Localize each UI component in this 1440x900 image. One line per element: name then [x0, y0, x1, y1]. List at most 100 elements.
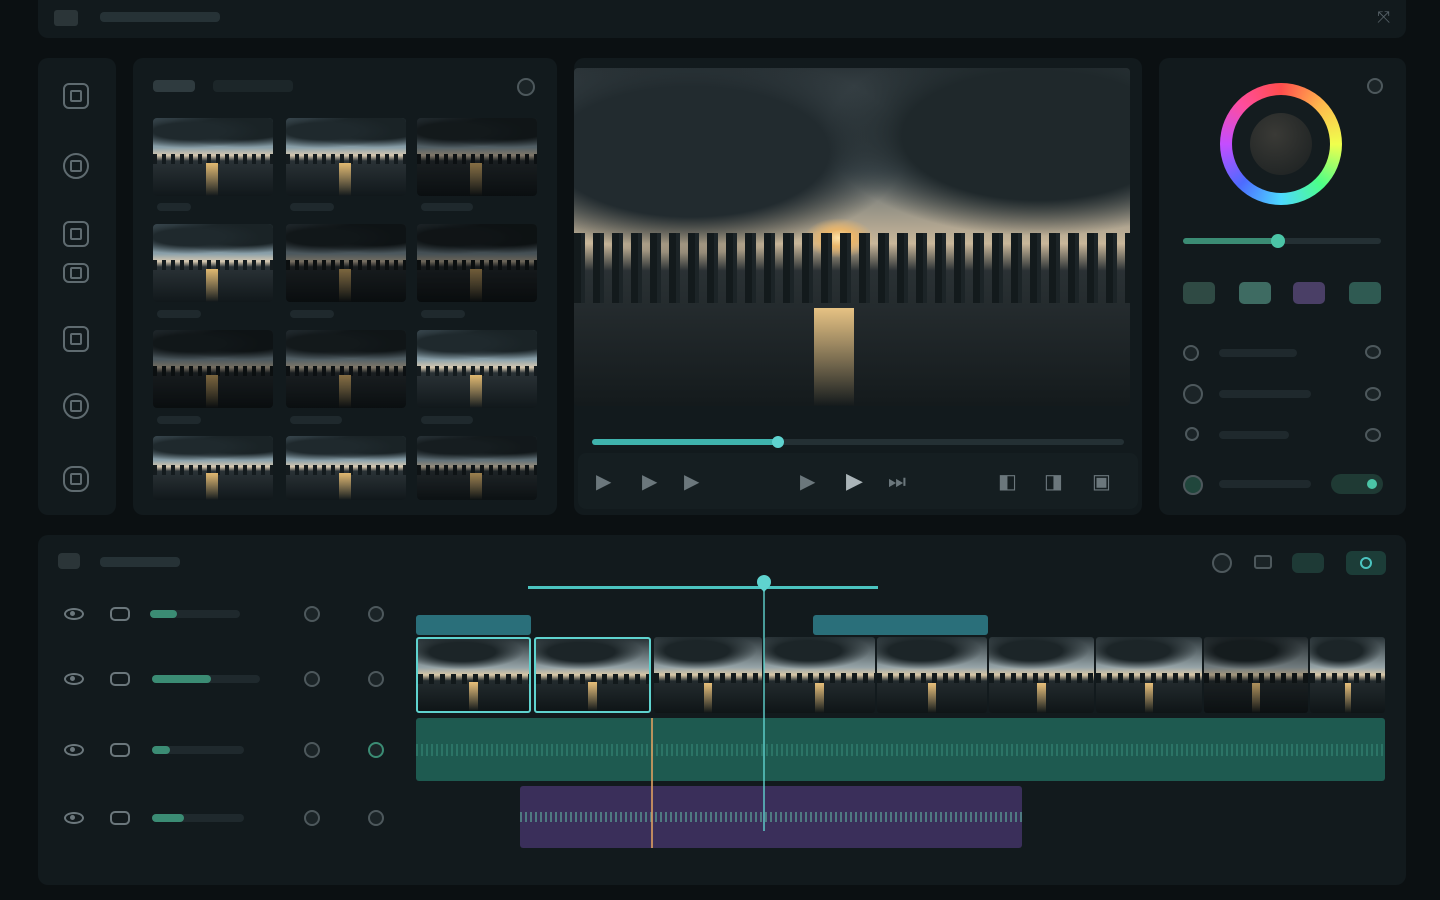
preset-swatch[interactable] [1293, 282, 1325, 304]
track-level[interactable] [152, 814, 244, 822]
track-level[interactable] [150, 610, 240, 618]
media-clip[interactable] [417, 330, 537, 408]
inspector-panel [1159, 58, 1406, 515]
solo-icon[interactable] [368, 606, 384, 622]
visibility-icon[interactable] [64, 673, 84, 685]
split-icon[interactable]: ◧ [998, 472, 1017, 492]
overlay-clip[interactable] [416, 615, 531, 635]
property-icon [1185, 427, 1199, 441]
magnet-toggle[interactable] [1346, 551, 1386, 575]
step-forward-icon[interactable]: ▶ [684, 472, 699, 492]
transition-icon[interactable] [63, 393, 89, 419]
video-clip-selected[interactable] [416, 637, 531, 713]
audio-icon[interactable] [63, 263, 89, 283]
step-back-icon[interactable]: ▶ [642, 472, 657, 492]
timeline-panel [38, 535, 1406, 885]
color-wheel[interactable] [1220, 83, 1342, 205]
video-clip[interactable] [1204, 637, 1308, 713]
snap-icon[interactable] [1292, 553, 1324, 573]
solo-icon[interactable] [368, 671, 384, 687]
effects-icon[interactable] [63, 221, 89, 247]
tab-media[interactable] [153, 80, 195, 92]
media-clip[interactable] [417, 436, 537, 500]
property-slider[interactable] [1219, 349, 1297, 357]
video-clip[interactable] [989, 637, 1094, 713]
video-clip[interactable] [764, 637, 875, 713]
media-clip[interactable] [286, 436, 406, 500]
preset-swatch[interactable] [1239, 282, 1271, 304]
media-clip[interactable] [417, 118, 537, 196]
text-icon[interactable] [63, 326, 89, 352]
mute-icon[interactable] [304, 606, 320, 622]
settings-icon[interactable] [517, 78, 535, 96]
property-toggle[interactable] [1365, 387, 1381, 401]
mute-icon[interactable] [304, 810, 320, 826]
lock-icon[interactable] [110, 607, 130, 621]
media-clip[interactable] [286, 330, 406, 408]
export-icon[interactable] [63, 466, 89, 492]
scrubber-track[interactable] [592, 436, 1124, 448]
lock-icon[interactable] [110, 811, 130, 825]
mute-icon[interactable] [304, 671, 320, 687]
video-clip[interactable] [877, 637, 987, 713]
media-clip[interactable] [417, 224, 537, 302]
track-level[interactable] [152, 675, 260, 683]
visibility-icon[interactable] [64, 812, 84, 824]
scrubber-fill [592, 439, 779, 445]
overlay-clip[interactable] [813, 615, 988, 635]
media-icon[interactable] [63, 83, 89, 109]
tab-library[interactable] [213, 80, 293, 92]
expand-icon[interactable]: ⤧ [1377, 9, 1390, 27]
music-clip[interactable] [520, 786, 1022, 848]
enable-toggle[interactable] [1331, 474, 1383, 494]
play-icon[interactable]: ▶ [596, 472, 611, 492]
hue-slider-handle[interactable] [1271, 234, 1286, 248]
media-clip[interactable] [153, 224, 273, 302]
video-clip[interactable] [1310, 637, 1385, 713]
video-clip[interactable] [654, 637, 762, 713]
preset-swatch[interactable] [1349, 282, 1381, 304]
lock-icon[interactable] [110, 672, 130, 686]
timeline-tool-icon[interactable] [1212, 553, 1232, 573]
video-clip[interactable] [1096, 637, 1202, 713]
clip-caption [157, 310, 201, 318]
work-area-range[interactable] [528, 586, 878, 589]
track-header [38, 591, 414, 881]
folder-icon[interactable] [54, 10, 78, 26]
visibility-icon[interactable] [64, 744, 84, 756]
reset-icon[interactable] [1367, 78, 1383, 94]
timeline-tool-icon[interactable] [1254, 555, 1272, 569]
property-toggle[interactable] [1365, 428, 1381, 442]
prev-frame-icon[interactable]: ▶ [800, 472, 815, 492]
media-clip[interactable] [153, 330, 273, 408]
visibility-icon[interactable] [64, 608, 84, 620]
property-slider[interactable] [1219, 390, 1311, 398]
media-clip[interactable] [153, 436, 273, 500]
capture-icon[interactable] [63, 153, 89, 179]
snapshot-icon[interactable]: ◨ [1044, 472, 1063, 492]
preset-swatch[interactable] [1183, 282, 1215, 304]
media-clip[interactable] [286, 224, 406, 302]
next-frame-icon[interactable]: ⏭ [888, 472, 906, 492]
lock-icon[interactable] [110, 743, 130, 757]
scrubber-handle[interactable] [772, 436, 785, 448]
property-icon [1183, 475, 1203, 495]
fullscreen-icon[interactable]: ▣ [1092, 472, 1111, 492]
solo-icon[interactable] [368, 742, 384, 758]
property-slider[interactable] [1219, 480, 1311, 488]
hue-slider[interactable] [1183, 234, 1381, 248]
track-level[interactable] [152, 746, 244, 754]
preview-frame[interactable] [574, 68, 1130, 406]
timeline-icon[interactable] [58, 553, 80, 569]
play-main-icon[interactable]: ▶ [846, 470, 863, 492]
audio-clip[interactable] [416, 718, 1385, 781]
solo-icon[interactable] [368, 810, 384, 826]
mute-icon[interactable] [304, 742, 320, 758]
timeline-title [100, 557, 180, 567]
media-clip[interactable] [153, 118, 273, 196]
media-clip[interactable] [286, 118, 406, 196]
video-clip-selected[interactable] [534, 637, 651, 713]
clip-caption [290, 416, 342, 424]
property-slider[interactable] [1219, 431, 1289, 439]
property-toggle[interactable] [1365, 345, 1381, 359]
